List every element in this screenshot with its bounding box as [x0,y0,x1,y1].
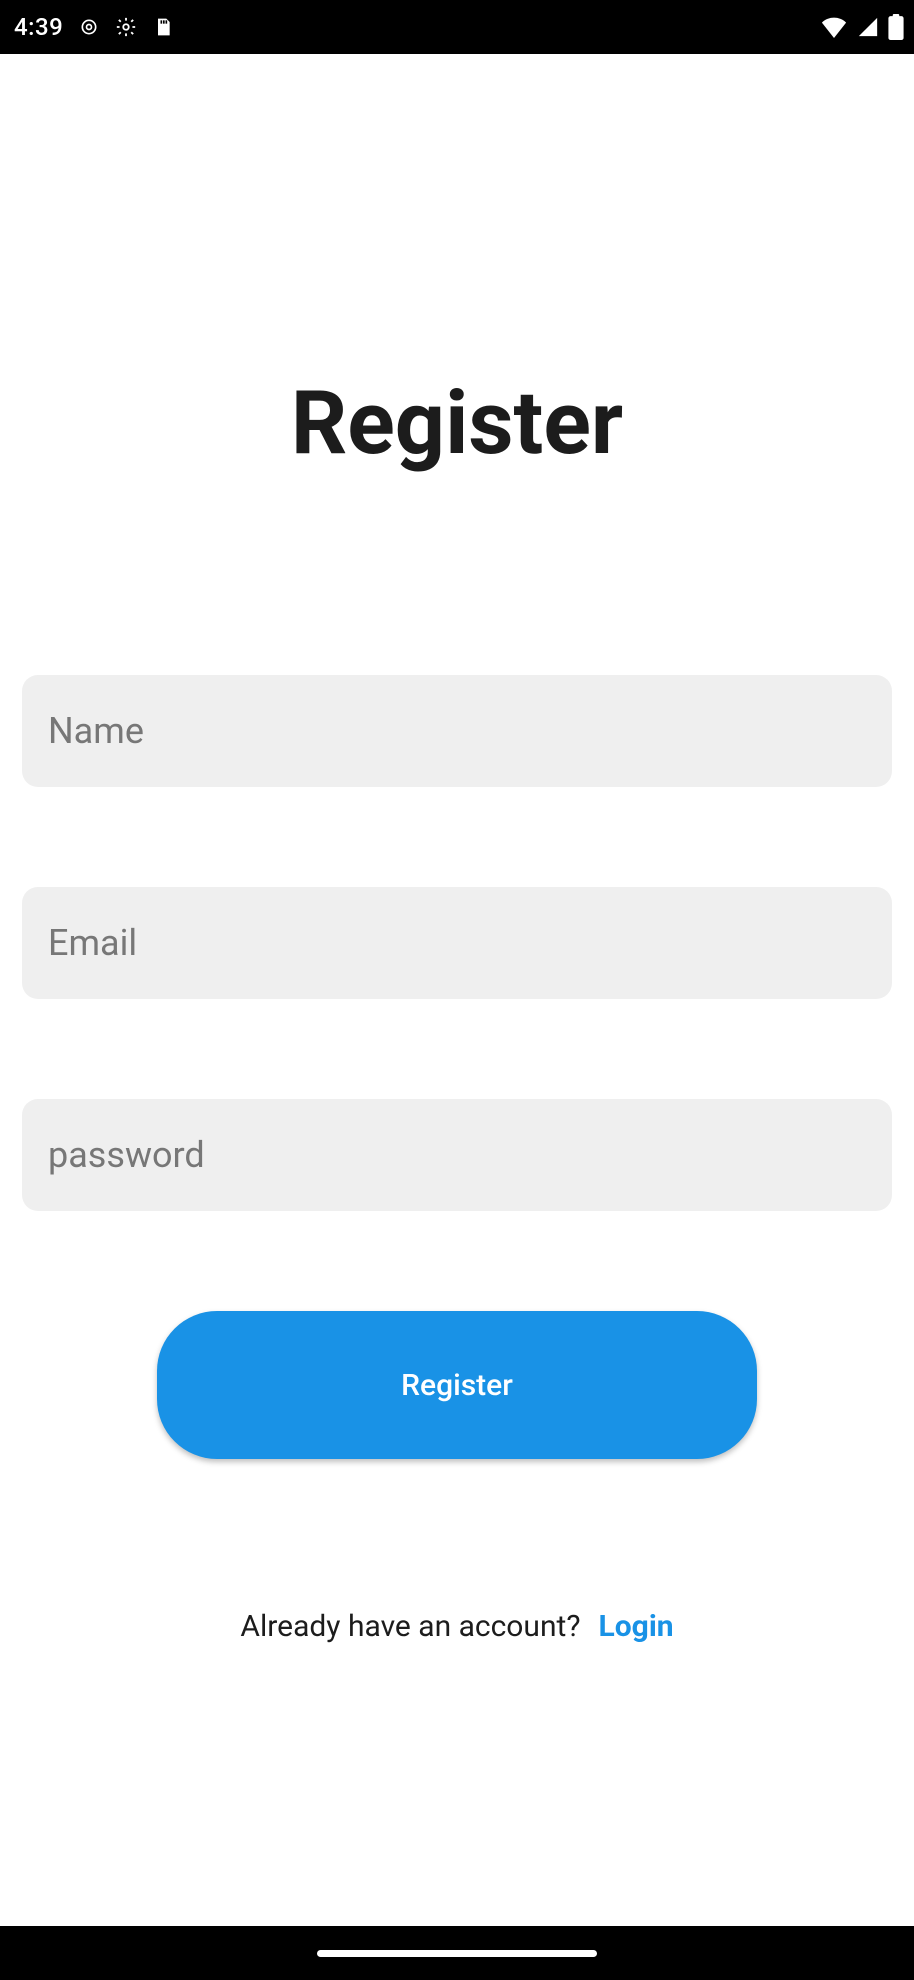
nav-bar [0,1926,914,1980]
gear-icon [115,16,137,38]
device-frame: 4:39 [0,0,914,1980]
page-title: Register [291,372,623,475]
register-button[interactable]: Register [157,1311,757,1459]
nav-home-pill[interactable] [317,1950,597,1957]
wifi-icon [820,16,848,38]
sd-card-icon [153,16,173,38]
battery-icon [888,14,904,40]
login-row: Already have an account? Login [240,1609,673,1644]
already-have-account-text: Already have an account? [240,1609,580,1644]
status-bar-right [820,14,904,40]
app-content: Register Register Already have an accoun… [0,54,914,1926]
password-field[interactable] [22,1099,892,1211]
status-bar-left: 4:39 [14,13,173,41]
login-link[interactable]: Login [599,1609,674,1644]
signal-icon [856,16,880,38]
email-field[interactable] [22,887,892,999]
voice-icon [79,17,99,37]
name-field[interactable] [22,675,892,787]
status-time: 4:39 [14,13,63,41]
status-bar: 4:39 [0,0,914,54]
